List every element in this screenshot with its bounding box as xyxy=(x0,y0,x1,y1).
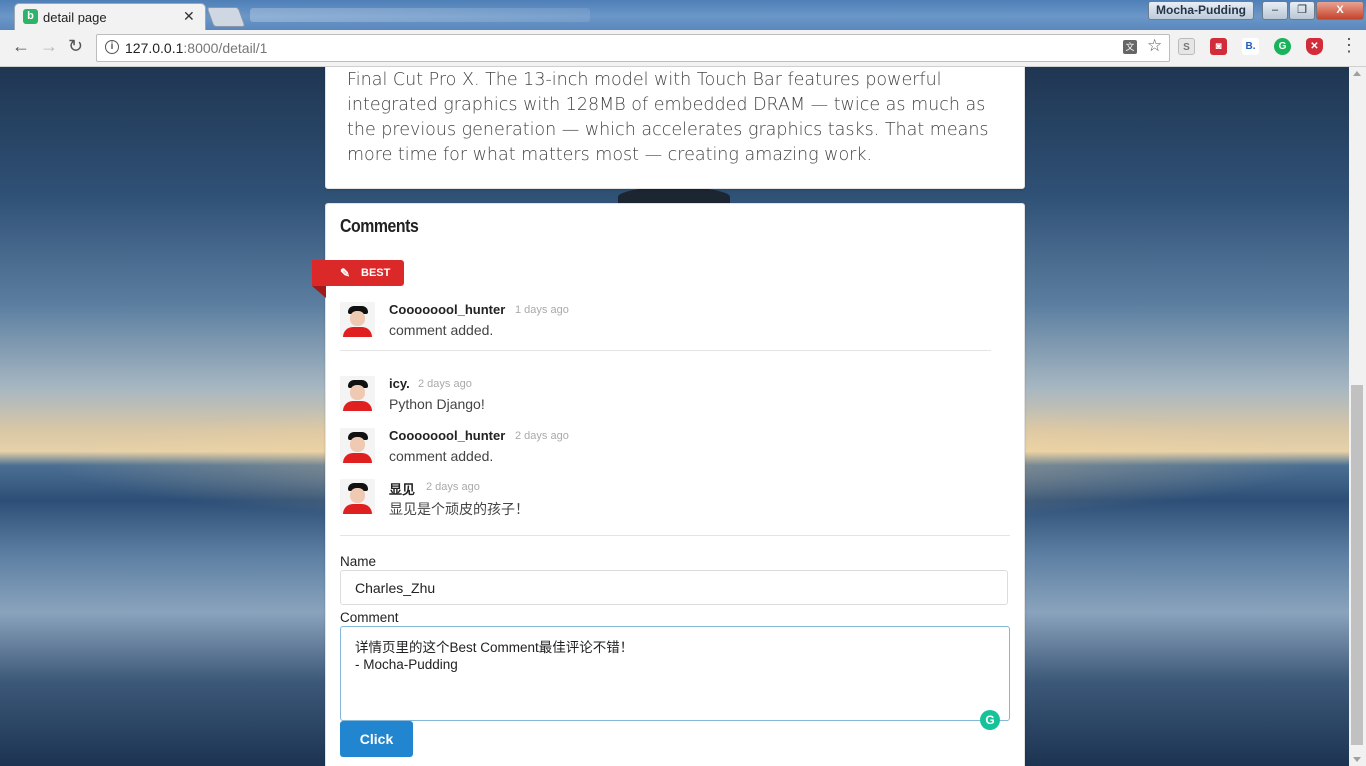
pocket-icon[interactable]: ◙ xyxy=(1210,38,1227,55)
scroll-down-icon[interactable] xyxy=(1353,757,1361,762)
star-icon[interactable]: ☆ xyxy=(1147,36,1162,56)
browser-titlebar: b detail page ✕ Mocha-Pudding – ❐ X xyxy=(0,0,1366,31)
grammarly-icon[interactable]: G xyxy=(1274,38,1291,55)
comment-label: Comment xyxy=(340,610,399,625)
menu-dots-icon[interactable]: ⋮ xyxy=(1340,36,1358,54)
comment-author[interactable]: Coooooool_hunter xyxy=(389,428,505,443)
vertical-scrollbar[interactable] xyxy=(1349,67,1366,766)
close-icon[interactable]: ✕ xyxy=(183,8,195,25)
comment-time: 2 days ago xyxy=(418,378,472,390)
best-comment: Coooooool_hunter 1 days ago comment adde… xyxy=(340,302,1000,342)
comments-heading: Comments xyxy=(340,216,419,236)
page-viewport: Final Cut Pro X. The 13-inch model with … xyxy=(0,67,1366,766)
ublock-icon[interactable]: ✕ xyxy=(1306,38,1323,55)
avatar[interactable] xyxy=(340,376,375,411)
comment-time: 1 days ago xyxy=(515,304,569,316)
new-tab-button[interactable] xyxy=(206,7,246,27)
tab-title: detail page xyxy=(43,10,107,25)
scrollbar-thumb[interactable] xyxy=(1351,385,1363,745)
comment-time: 2 days ago xyxy=(426,481,480,493)
comment-time: 2 days ago xyxy=(515,430,569,442)
maximize-button[interactable]: ❐ xyxy=(1289,1,1315,20)
comment-text: comment added. xyxy=(389,322,494,338)
forward-arrow-icon[interactable]: → xyxy=(40,36,58,57)
list-item: icy. 2 days ago Python Django! xyxy=(340,376,1000,416)
reload-icon[interactable]: ↻ xyxy=(68,36,83,57)
avatar[interactable] xyxy=(340,302,375,337)
address-bar[interactable]: i 127.0.0.1:8000/detail/1 文 ☆ xyxy=(96,34,1170,62)
best-ribbon: ✎ BEST xyxy=(312,260,404,298)
name-input[interactable]: Charles_Zhu xyxy=(340,570,1008,605)
minimize-button[interactable]: – xyxy=(1262,1,1288,20)
article-body: Final Cut Pro X. The 13-inch model with … xyxy=(347,70,989,165)
window-close-button[interactable]: X xyxy=(1316,1,1364,20)
browser-tab[interactable]: b detail page ✕ xyxy=(14,3,206,31)
avatar[interactable] xyxy=(340,479,375,514)
comment-author[interactable]: Coooooool_hunter xyxy=(389,302,505,317)
pin-icon: ✎ xyxy=(340,266,351,280)
best-label: BEST xyxy=(361,267,391,279)
url-host: 127.0.0.1 xyxy=(125,40,184,56)
url-path: :8000/detail/1 xyxy=(183,40,268,56)
best-divider xyxy=(340,350,991,351)
translate-icon[interactable]: 文 xyxy=(1123,40,1137,54)
back-arrow-icon[interactable]: ← xyxy=(12,36,30,57)
grammarly-icon[interactable]: G xyxy=(980,710,1000,730)
submit-button[interactable]: Click xyxy=(340,721,413,757)
comment-text: Python Django! xyxy=(389,396,485,412)
info-icon[interactable]: i xyxy=(105,40,119,54)
comment-author[interactable]: icy. xyxy=(389,376,410,391)
comments-card: Comments ✎ BEST Coooooool_hunter 1 days … xyxy=(312,203,1025,766)
scroll-up-icon[interactable] xyxy=(1353,71,1361,76)
list-item: Coooooool_hunter 2 days ago comment adde… xyxy=(340,428,1000,468)
url-text[interactable]: 127.0.0.1:8000/detail/1 xyxy=(125,40,267,56)
tab-favicon: b xyxy=(23,9,38,24)
avatar[interactable] xyxy=(340,428,375,463)
form-divider xyxy=(340,535,1010,536)
list-item: 显见 2 days ago 显见是个顽皮的孩子！ xyxy=(340,479,1000,519)
shield-icon[interactable]: S xyxy=(1178,38,1195,55)
tab-strip-background xyxy=(250,8,590,22)
browser-toolbar: ← → ↻ i 127.0.0.1:8000/detail/1 文 ☆ S ◙ … xyxy=(0,30,1366,67)
article-card: Final Cut Pro X. The 13-inch model with … xyxy=(325,67,1025,189)
name-label: Name xyxy=(340,554,377,569)
profile-button[interactable]: Mocha-Pudding xyxy=(1148,1,1254,20)
comment-text: comment added. xyxy=(389,448,494,464)
comment-textarea[interactable]: 详情页里的这个Best Comment最佳评论不错！ - Mocha-Puddi… xyxy=(340,626,1010,721)
comment-text: 显见是个顽皮的孩子！ xyxy=(389,501,529,517)
comment-author[interactable]: 显见 xyxy=(389,479,415,498)
bookmark-icon[interactable]: B. xyxy=(1242,38,1259,55)
